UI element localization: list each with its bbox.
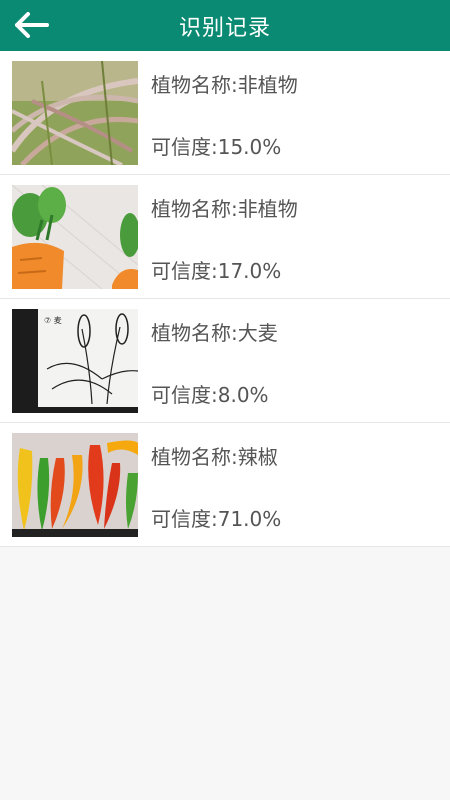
record-item[interactable]: 植物名称:辣椒 可信度:71.0% [0, 423, 450, 547]
confidence: 可信度:8.0% [151, 383, 269, 407]
carrot-illustration [12, 185, 138, 289]
peppers-photo [12, 433, 138, 537]
barley-drawing-photo: ⑦ 麦 [12, 309, 138, 413]
record-item[interactable]: 植物名称:非植物 可信度:15.0% [0, 51, 450, 175]
plant-name: 植物名称:辣椒 [151, 445, 278, 469]
confidence: 可信度:17.0% [151, 259, 282, 283]
back-button[interactable] [12, 8, 52, 42]
plant-name: 植物名称:非植物 [151, 73, 298, 97]
app-bar: 识别记录 [0, 0, 450, 51]
plant-name: 植物名称:非植物 [151, 197, 298, 221]
arrow-left-icon [15, 12, 49, 38]
page-title: 识别记录 [178, 15, 271, 41]
record-item[interactable]: ⑦ 麦 植物名称:大麦 可信度:8.0% [0, 299, 450, 423]
rice-ears-photo [12, 61, 138, 165]
record-item[interactable]: 植物名称:非植物 可信度:17.0% [0, 175, 450, 299]
confidence: 可信度:15.0% [151, 135, 282, 159]
confidence: 可信度:71.0% [151, 507, 282, 531]
svg-text:⑦ 麦: ⑦ 麦 [44, 315, 62, 325]
plant-name: 植物名称:大麦 [151, 321, 278, 345]
record-list: 植物名称:非植物 可信度:15.0% 植物名称:非植物 可信度:17.0% ⑦ … [0, 51, 450, 547]
